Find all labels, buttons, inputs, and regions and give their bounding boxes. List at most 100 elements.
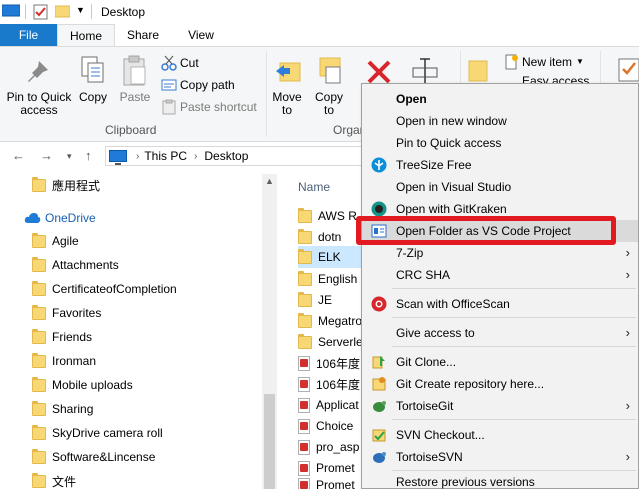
scroll-up-arrow-icon[interactable]: ▲ [262,174,277,189]
tab-home[interactable]: Home [57,24,115,47]
new-folder-icon[interactable] [55,4,70,18]
tree-item-ironman[interactable]: Ironman [32,350,96,372]
breadcrumb-this-pc[interactable]: This PC [144,149,187,163]
folder-icon [298,312,312,328]
menu-item-open-gitkraken[interactable]: Open with GitKraken [362,198,638,220]
treesize-icon [371,157,387,173]
tree-item-skydrive-camera-roll[interactable]: SkyDrive camera roll [32,422,163,444]
apps-folder-icon [32,176,46,192]
pdf-icon [298,376,310,392]
paste-shortcut-icon [162,99,176,115]
paste-shortcut-label: Paste shortcut [180,100,257,114]
file-name: Applicat [316,398,359,412]
menu-item-treesize[interactable]: TreeSize Free [362,154,638,176]
copy-to-button[interactable]: Copy to [312,91,346,117]
menu-item-git-clone[interactable]: Git Clone... [362,351,638,373]
properties-large-icon[interactable] [617,57,639,83]
tree-item-favorites[interactable]: Favorites [32,302,101,324]
back-arrow-icon[interactable]: ← [12,148,25,163]
menu-item-7zip[interactable]: 7-Zip › [362,242,638,264]
tab-file[interactable]: File [0,24,57,47]
paste-button[interactable]: Paste [118,91,152,104]
pin-to-quick-access-button[interactable]: Pin to Quick access [5,91,73,117]
folder-icon [298,333,312,349]
move-to-button[interactable]: Move to [270,91,304,117]
tree-item-friends[interactable]: Friends [32,326,92,348]
menu-item-give-access[interactable]: Give access to › [362,322,638,344]
tree-item-label: Agile [52,234,79,248]
new-item-icon [505,54,518,70]
menu-item-restore-previous-versions[interactable]: Restore previous versions [362,475,638,489]
up-arrow-icon[interactable]: ↑ [85,148,92,163]
folder-icon [298,228,312,244]
cut-button[interactable]: Cut [161,54,199,72]
file-name: Promet [316,461,355,475]
tree-item-apps[interactable]: 應用程式 [32,174,100,196]
tab-share[interactable]: Share [119,24,167,47]
folder-icon [32,472,46,488]
menu-item-open-visual-studio[interactable]: Open in Visual Studio [362,176,638,198]
forward-arrow-icon[interactable]: → [40,148,53,163]
nav-scrollbar[interactable]: ▲ [262,174,277,489]
tree-item-documents[interactable]: 文件 [32,470,76,489]
tab-view[interactable]: View [182,24,220,47]
tortoisesvn-icon [373,452,386,463]
tree-item-certificate[interactable]: CertificateofCompletion [32,278,177,300]
menu-item-tortoisesvn[interactable]: TortoiseSVN › [362,446,638,468]
folder-icon [32,232,46,248]
menu-item-tortoisegit[interactable]: TortoiseGit › [362,395,638,417]
tree-item-label: Favorites [52,306,102,320]
tree-item-sharing[interactable]: Sharing [32,398,93,420]
tree-item-mobile-uploads[interactable]: Mobile uploads [32,374,133,396]
gitkraken-icon [371,201,387,217]
menu-item-label: Git Clone... [396,355,457,369]
menu-separator [392,317,636,318]
new-folder-large-icon[interactable] [468,57,488,83]
submenu-arrow-icon: › [625,245,630,260]
tree-item-label: Software&Lincense [52,450,156,464]
submenu-arrow-icon: › [625,398,630,413]
folder-icon [298,207,312,223]
tree-item-label: 應用程式 [52,178,101,193]
menu-item-pin-quick-access[interactable]: Pin to Quick access [362,132,638,154]
paste-shortcut-button[interactable]: Paste shortcut [161,98,257,116]
file-name: Promet [316,478,355,489]
file-name: Megatro [318,314,363,328]
menu-item-svn-checkout[interactable]: SVN Checkout... [362,424,638,446]
tree-item-agile[interactable]: Agile [32,230,79,252]
copy-path-button[interactable]: Copy path [161,76,235,94]
new-item-label: New item [522,55,573,69]
folder-icon [32,304,46,320]
properties-icon[interactable] [33,4,48,20]
folder-icon [298,248,312,264]
new-item-button[interactable]: New item ▼ [503,53,584,71]
menu-item-label: CRC SHA [396,268,451,282]
folder-icon [298,270,312,286]
tree-item-label: CertificateofCompletion [52,282,177,296]
git-clone-icon [372,356,385,369]
tree-item-attachments[interactable]: Attachments [32,254,119,276]
folder-icon [32,424,46,440]
cut-label: Cut [180,56,199,70]
copy-button[interactable]: Copy [78,91,108,104]
menu-item-scan-officescan[interactable]: Scan with OfficeScan [362,293,638,315]
menu-item-open-vscode-project[interactable]: Open Folder as VS Code Project [362,220,638,242]
delete-icon[interactable] [366,59,392,85]
folder-icon [298,291,312,307]
scrollbar-thumb[interactable] [264,394,275,489]
menu-item-label: SVN Checkout... [396,428,485,442]
separator [266,51,267,137]
menu-item-crc-sha[interactable]: CRC SHA › [362,264,638,286]
tree-item-onedrive[interactable]: OneDrive [24,207,96,229]
menu-item-git-create-repo[interactable]: Git Create repository here... [362,373,638,395]
column-header-name[interactable]: Name [298,180,330,194]
pdf-icon [298,478,310,489]
menu-item-open-new-window[interactable]: Open in new window [362,110,638,132]
menu-item-open[interactable]: Open [362,88,638,110]
customize-qat-icon[interactable]: ▼ [76,5,85,15]
recent-locations-icon[interactable]: ▾ [67,151,72,162]
address-bar[interactable]: › This PC › Desktop [105,146,405,166]
paste-icon [123,55,146,86]
tree-item-software-license[interactable]: Software&Lincense [32,446,155,468]
breadcrumb-desktop[interactable]: Desktop [204,149,248,163]
